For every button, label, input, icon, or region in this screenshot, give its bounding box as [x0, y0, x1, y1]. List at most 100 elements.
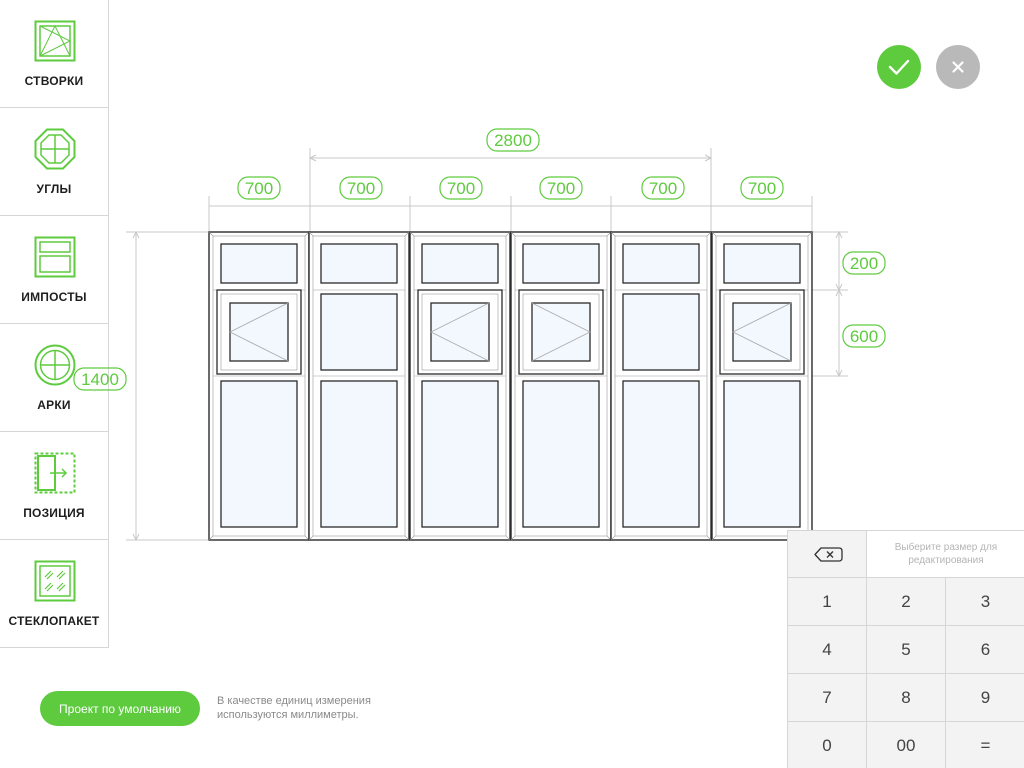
window-section[interactable]	[409, 231, 511, 541]
frame-bevel	[610, 535, 616, 541]
tools-sidebar: СТВОРКИ УГЛЫ ИМПОСТЫ АРКИ ПОЗИЦИЯ СТЕКЛО…	[0, 0, 109, 648]
backspace-icon	[814, 547, 843, 562]
checkmark-icon	[888, 59, 910, 75]
dimension-section-width[interactable]: 700	[539, 176, 583, 200]
sidebar-item-label: ПОЗИЦИЯ	[23, 506, 85, 520]
frame-bevel	[610, 231, 616, 237]
dimension-section-width[interactable]: 700	[339, 176, 383, 200]
dimension-section-width[interactable]: 700	[740, 176, 784, 200]
dimension-value: 2800	[494, 131, 532, 150]
key-1[interactable]: 1	[788, 578, 867, 626]
sash-frame	[518, 289, 604, 375]
sash-inner	[220, 293, 298, 371]
frame-bevel	[510, 535, 516, 541]
section-frame	[510, 231, 612, 541]
sash-inner	[421, 293, 499, 371]
dimension-value: 1400	[81, 370, 119, 389]
frame-bevel	[308, 231, 314, 237]
opening-direction	[531, 302, 591, 362]
frame-bevel	[208, 231, 214, 237]
frame-bevel	[505, 231, 511, 237]
frame-bevel	[807, 231, 813, 237]
middle-glass	[320, 293, 398, 371]
frame-bevel	[606, 535, 612, 541]
section-frame	[308, 231, 410, 541]
cancel-button[interactable]	[936, 45, 980, 89]
frame-bevel	[304, 535, 310, 541]
transom-glass	[522, 243, 600, 284]
bottom-glass	[723, 380, 801, 528]
transom-glass	[320, 243, 398, 284]
frame-bevel	[409, 231, 415, 237]
sidebar-item-label: УГЛЫ	[36, 182, 72, 196]
dimension-transom-height[interactable]: 200	[842, 251, 886, 275]
sidebar-item-mullions[interactable]: ИМПОСТЫ	[0, 216, 108, 324]
key-2[interactable]: 2	[867, 578, 946, 626]
dimension-value: 700	[245, 179, 273, 198]
sidebar-item-label: СТВОРКИ	[24, 74, 84, 88]
frame-bevel	[706, 231, 712, 237]
sidebar-item-glass-unit[interactable]: СТЕКЛОПАКЕТ	[0, 540, 108, 648]
key-0[interactable]: 0	[788, 722, 867, 768]
sash-glass	[229, 302, 289, 362]
key-9[interactable]: 9	[946, 674, 1024, 722]
opening-direction	[229, 302, 289, 362]
dimension-value: 700	[649, 179, 677, 198]
sash-inner	[522, 293, 600, 371]
key-00[interactable]: 00	[867, 722, 946, 768]
dimension-section-width[interactable]: 700	[439, 176, 483, 200]
section-frame	[610, 231, 712, 541]
dimension-overall-height[interactable]: 1400	[73, 367, 127, 391]
frame-bevel	[510, 231, 516, 237]
key-6[interactable]: 6	[946, 626, 1024, 674]
window-section[interactable]	[510, 231, 612, 541]
window-section[interactable]	[208, 231, 310, 541]
sidebar-item-label: ИМПОСТЫ	[21, 290, 87, 304]
frame-bevel	[606, 231, 612, 237]
key-equals[interactable]: =	[946, 722, 1024, 768]
sidebar-item-label: СТЕКЛОПАКЕТ	[8, 614, 100, 628]
key-7[interactable]: 7	[788, 674, 867, 722]
section-frame	[409, 231, 511, 541]
arch-icon	[34, 344, 76, 386]
key-5[interactable]: 5	[867, 626, 946, 674]
glass-unit-icon	[34, 560, 76, 602]
sash-glass	[732, 302, 792, 362]
window-section[interactable]	[308, 231, 410, 541]
close-icon	[952, 61, 964, 73]
bottom-glass	[220, 380, 298, 528]
sidebar-item-sashes[interactable]: СТВОРКИ	[0, 0, 108, 108]
sidebar-item-label: АРКИ	[37, 398, 71, 412]
key-4[interactable]: 4	[788, 626, 867, 674]
frame-bevel	[409, 535, 415, 541]
dimension-overall-width[interactable]: 2800	[486, 128, 540, 152]
bottom-glass	[421, 380, 499, 528]
bottom-glass	[522, 380, 600, 528]
section-frame	[208, 231, 310, 541]
sash-inner	[723, 293, 801, 371]
units-note: В качестве единиц измерения используются…	[217, 695, 371, 721]
key-8[interactable]: 8	[867, 674, 946, 722]
frame-bevel	[308, 535, 314, 541]
key-3[interactable]: 3	[946, 578, 1024, 626]
window-section[interactable]	[610, 231, 712, 541]
sidebar-item-corners[interactable]: УГЛЫ	[0, 108, 108, 216]
sash-glass	[430, 302, 490, 362]
section-inner-frame	[715, 235, 809, 537]
dimension-section-width[interactable]: 700	[641, 176, 685, 200]
transom-glass	[421, 243, 499, 284]
sidebar-item-position[interactable]: ПОЗИЦИЯ	[0, 432, 108, 540]
default-project-button[interactable]: Проект по умолчанию	[40, 691, 200, 726]
backspace-button[interactable]	[788, 531, 867, 578]
middle-glass	[622, 293, 700, 371]
dimension-value: 600	[850, 327, 878, 346]
section-inner-frame	[514, 235, 608, 537]
dimension-middle-height[interactable]: 600	[842, 324, 886, 348]
confirm-button[interactable]	[877, 45, 921, 89]
dimension-section-width[interactable]: 700	[237, 176, 281, 200]
window-section[interactable]	[711, 231, 813, 541]
frame-bevel	[404, 535, 410, 541]
bottom-glass	[320, 380, 398, 528]
frame-bevel	[505, 535, 511, 541]
sash-frame	[417, 289, 503, 375]
